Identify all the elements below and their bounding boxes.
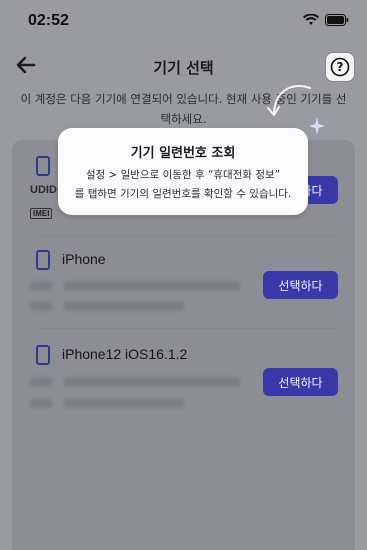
serial-number-tooltip: 기기 일련번호 조회 설정 > 일반으로 이동한 후 “휴대전화 정보” 를 탭… bbox=[58, 128, 308, 215]
blurred-info bbox=[64, 377, 240, 386]
status-bar: 02:52 bbox=[0, 0, 367, 44]
tooltip-line-1: 설정 > 일반으로 이동한 후 “휴대전화 정보” bbox=[85, 169, 281, 181]
header: 기기 선택 ? bbox=[0, 52, 367, 82]
blurred-info bbox=[64, 399, 184, 408]
blurred-info bbox=[64, 281, 240, 290]
blurred-info bbox=[64, 302, 184, 311]
imei-tag: IMEI bbox=[30, 208, 53, 219]
blurred-info bbox=[30, 399, 52, 408]
curved-arrow-icon bbox=[267, 85, 311, 116]
status-icons bbox=[303, 14, 349, 26]
phone-icon bbox=[36, 156, 50, 176]
device-name: iPhone12 iOS16.1.2 bbox=[62, 346, 188, 362]
select-button[interactable]: 선택하다 bbox=[263, 368, 338, 396]
wifi-icon bbox=[303, 14, 319, 25]
device-name: iPhone bbox=[62, 251, 106, 267]
phone-icon bbox=[36, 250, 50, 270]
status-time: 02:52 bbox=[28, 12, 69, 29]
tooltip-line-2: 를 탭하면 기기의 일련번호를 확인할 수 있습니다. bbox=[74, 188, 292, 200]
blurred-info bbox=[30, 281, 52, 290]
blurred-info bbox=[30, 302, 52, 311]
page-title: 기기 선택 bbox=[153, 59, 214, 77]
sparkle-icon bbox=[309, 117, 325, 135]
device-name: UDID bbox=[30, 184, 57, 196]
select-button[interactable]: 선택하다 bbox=[263, 271, 338, 299]
tooltip-title: 기기 일련번호 조회 bbox=[130, 146, 236, 161]
help-label: ? bbox=[337, 60, 344, 74]
divider bbox=[36, 236, 338, 237]
help-button[interactable]: ? bbox=[325, 52, 355, 82]
tooltip-body: 설정 > 일반으로 이동한 후 “휴대전화 정보” 를 탭하면 기기의 일련번호… bbox=[66, 166, 300, 204]
phone-icon bbox=[36, 345, 50, 365]
question-circle-icon: ? bbox=[330, 57, 350, 77]
battery-icon bbox=[325, 14, 349, 26]
divider bbox=[36, 328, 338, 329]
blurred-info bbox=[30, 377, 52, 386]
